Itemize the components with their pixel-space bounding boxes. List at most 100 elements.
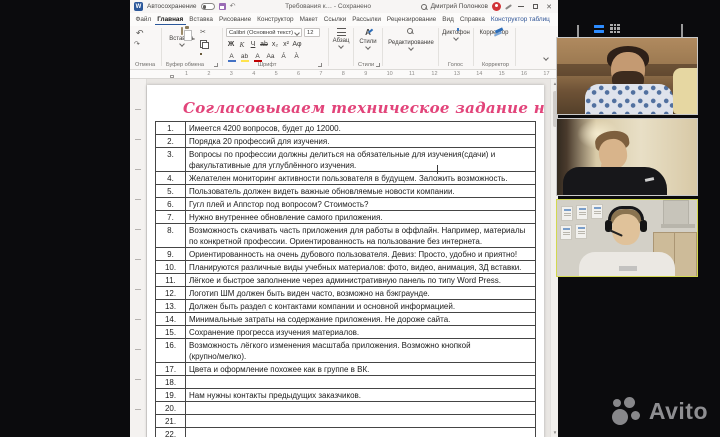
undo-button[interactable]: ↶ <box>136 29 144 38</box>
row-text[interactable] <box>186 376 536 389</box>
row-text[interactable]: Порядка 20 профессий для изучения. <box>186 135 536 148</box>
editing-search-icon <box>407 28 415 36</box>
ruler-number: 5 <box>275 71 278 77</box>
autosave-toggle[interactable] <box>201 3 215 10</box>
format-button-ab[interactable]: ab <box>259 41 269 48</box>
row-number: 5. <box>156 185 186 198</box>
table-row: 16.Возможность лёгкого изменения масштаб… <box>156 339 536 363</box>
dictate-button[interactable]: Диктофон <box>441 28 471 42</box>
undo-group-label: Отмена <box>135 62 155 68</box>
tab-Файл[interactable]: Файл <box>133 15 154 24</box>
table-row: 11.Лёгкое и быстрое заполнение через адм… <box>156 274 536 287</box>
color-button-6[interactable]: А̀ <box>291 53 302 60</box>
row-text[interactable]: Желателен мониторинг активности пользова… <box>186 172 536 185</box>
video-tile-participant-3-active-speaker[interactable] <box>556 199 698 277</box>
tab-Конструктор[interactable]: Конструктор <box>255 15 296 24</box>
row-text[interactable] <box>186 415 536 428</box>
row-text[interactable]: Планируются различные виды учебных матер… <box>186 261 536 274</box>
paragraph-button[interactable]: Абзац <box>331 28 351 50</box>
tab-Конструктор таблиц[interactable]: Конструктор таблиц <box>488 15 552 24</box>
color-button-1[interactable]: А <box>226 53 237 62</box>
row-text[interactable]: Логотип ШМ должен быть виден часто, возм… <box>186 287 536 300</box>
font-dialog-launcher[interactable] <box>318 63 322 67</box>
tab-Справка[interactable]: Справка <box>457 15 487 24</box>
color-button-2[interactable]: ab <box>239 53 250 62</box>
format-button-Ж[interactable]: Ж <box>226 41 236 48</box>
table-row: 18. <box>156 376 536 389</box>
tile1-couch <box>673 68 697 114</box>
row-text[interactable]: Пользователь должен видеть важные обновл… <box>186 185 536 198</box>
minimize-button[interactable] <box>516 3 526 10</box>
row-text[interactable]: Сохранение прогресса изучения материалов… <box>186 326 536 339</box>
row-text[interactable]: Нам нужны контакты предыдущих заказчиков… <box>186 389 536 402</box>
row-text[interactable]: Минимальные затраты на содержание прилож… <box>186 313 536 326</box>
color-button-3[interactable]: А <box>252 53 263 62</box>
row-text[interactable]: Цвета и оформление похожее как в группе … <box>186 363 536 376</box>
horizontal-ruler[interactable]: 1234567891011121314151617 <box>130 70 558 79</box>
row-text[interactable]: Должен быть раздел с контактами компании… <box>186 300 536 313</box>
table-row: 12.Логотип ШМ должен быть виден часто, в… <box>156 287 536 300</box>
row-text[interactable] <box>186 402 536 415</box>
row-text[interactable]: Вопросы по профессии должны делиться на … <box>186 148 536 172</box>
cut-icon[interactable]: ✂ <box>200 29 206 36</box>
tab-Вставка[interactable]: Вставка <box>187 15 216 24</box>
video-tile-participant-2[interactable] <box>556 118 698 196</box>
scroll-down-icon[interactable]: ▼ <box>551 430 558 435</box>
ribbon-collapse-chevron-icon[interactable] <box>544 56 548 60</box>
styles-dialog-launcher[interactable] <box>376 63 380 67</box>
redo-button[interactable]: ↷ <box>134 41 140 48</box>
row-text[interactable]: Ориентированность на очень дубового поль… <box>186 248 536 261</box>
styles-button[interactable]: А Стили <box>356 28 380 51</box>
editing-button[interactable]: Редактирование <box>386 28 436 52</box>
corrector-button[interactable]: Корректор <box>477 28 511 36</box>
color-button-5[interactable]: А́ <box>278 53 289 60</box>
avito-watermark: Avito <box>612 397 708 426</box>
vertical-ruler[interactable] <box>130 79 147 437</box>
filmstrip-view-button[interactable] <box>594 25 604 33</box>
tab-Вид[interactable]: Вид <box>440 15 457 24</box>
undo-icon[interactable]: ↶ <box>230 3 236 10</box>
row-text[interactable]: Лёгкое и быстрое заполнение через админи… <box>186 274 536 287</box>
tab-Ссылки[interactable]: Ссылки <box>321 15 349 24</box>
save-icon[interactable] <box>219 3 226 10</box>
row-text[interactable]: Гугл плей и Аппстор под вопросом? Стоимо… <box>186 198 536 211</box>
indent-marker[interactable] <box>170 75 174 78</box>
color-button-4[interactable]: Aa <box>265 53 276 60</box>
draw-icon[interactable] <box>505 4 512 10</box>
format-button-Ч[interactable]: Ч <box>248 41 258 48</box>
tab-Макет[interactable]: Макет <box>297 15 320 24</box>
participant-3-shirt <box>579 252 675 277</box>
row-text[interactable] <box>186 428 536 437</box>
search-icon[interactable] <box>421 4 427 10</box>
row-number: 19. <box>156 389 186 402</box>
format-button-x²[interactable]: x² <box>281 41 291 48</box>
tab-Рассылки[interactable]: Рассылки <box>350 15 384 24</box>
format-button-К[interactable]: К <box>237 41 247 49</box>
tab-Рисование[interactable]: Рисование <box>216 15 253 24</box>
headphone-cup-right <box>640 220 647 232</box>
table-row: 2.Порядка 20 профессий для изучения. <box>156 135 536 148</box>
document-title-status[interactable]: Требования к… - Сохранено <box>239 3 416 10</box>
ruler-number: 14 <box>476 71 482 77</box>
row-text[interactable]: Возможность лёгкого изменения масштаба п… <box>186 339 536 363</box>
paste-button[interactable]: Вставить <box>168 28 196 48</box>
font-name-select[interactable]: Calibri (Основной текст) <box>226 28 302 37</box>
format-button-x₂[interactable]: x₂ <box>270 41 280 48</box>
format-button-Aφ[interactable]: Aφ <box>292 41 302 48</box>
tab-Главная[interactable]: Главная <box>155 15 186 25</box>
row-text[interactable]: Имеется 4200 вопросов, будет до 12000. <box>186 122 536 135</box>
document-heading[interactable]: Согласовываем техническое задание на онл… <box>183 99 544 117</box>
maximize-button[interactable] <box>530 3 540 10</box>
gallery-view-button[interactable] <box>610 24 620 33</box>
row-text[interactable]: Возможность скачивать часть приложения д… <box>186 224 536 248</box>
tab-Рецензирование[interactable]: Рецензирование <box>384 15 438 24</box>
video-tile-participant-1[interactable] <box>556 37 698 115</box>
editing-chevron-icon <box>409 46 413 50</box>
clipboard-dialog-launcher[interactable] <box>214 63 218 67</box>
avatar[interactable] <box>492 2 501 11</box>
font-size-select[interactable]: 12 <box>304 28 320 37</box>
document-page[interactable]: Согласовываем техническое задание на онл… <box>147 85 544 437</box>
row-number: 10. <box>156 261 186 274</box>
close-button[interactable]: ✕ <box>544 3 554 11</box>
row-text[interactable]: Нужно внутреннее обновление самого прило… <box>186 211 536 224</box>
